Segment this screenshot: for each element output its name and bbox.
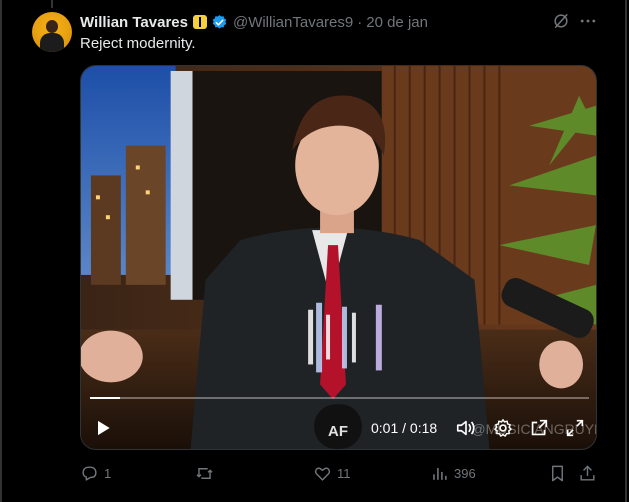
views-button[interactable]: 396 (430, 460, 476, 486)
repost-button[interactable] (195, 460, 219, 486)
reply-count: 1 (104, 465, 112, 481)
grok-icon[interactable] (551, 11, 571, 31)
views-icon (433, 467, 447, 480)
author-display-name[interactable]: Willian Tavares (80, 14, 188, 31)
share-button[interactable] (578, 460, 597, 486)
settings-icon[interactable] (492, 417, 514, 439)
like-count: 11 (337, 465, 351, 481)
verified-icon (212, 14, 227, 29)
column-border-right (625, 0, 627, 502)
post-header: Willian Tavares @WillianTavares9 · 20 de… (80, 12, 428, 32)
post-text: Reject modernity. (80, 35, 196, 52)
reply-icon (82, 465, 97, 481)
avatar-body (40, 33, 64, 52)
reply-button[interactable]: 1 (80, 460, 111, 486)
avatar-head (46, 20, 58, 33)
svg-text:AF: AF (328, 423, 348, 440)
thread-connector-line (51, 0, 53, 8)
like-button[interactable]: 11 (313, 460, 351, 486)
video-progress-bar[interactable] (90, 397, 589, 399)
repost-icon (196, 467, 213, 479)
video-progress-fill (90, 397, 120, 399)
video-player[interactable]: AF @MUSICIANGRUYPR 0:01 / 0:18 (80, 65, 597, 450)
fullscreen-icon[interactable] (564, 417, 586, 439)
header-separator: · (357, 13, 363, 31)
more-icon[interactable] (578, 11, 598, 31)
play-icon[interactable] (93, 418, 113, 438)
view-count: 396 (454, 465, 476, 481)
popout-icon[interactable] (528, 417, 550, 439)
author-avatar[interactable] (32, 12, 72, 52)
volume-icon[interactable] (455, 417, 477, 439)
heart-icon (314, 466, 331, 481)
yellow-flag-badge-icon (192, 15, 207, 29)
video-time-readout: 0:01 / 0:18 (371, 420, 438, 436)
share-icon (580, 464, 595, 481)
post-actions: 1 11 396 (80, 460, 600, 486)
column-border-left (0, 0, 2, 502)
post-date[interactable]: 20 de jan (366, 14, 428, 31)
bookmark-button[interactable] (548, 460, 567, 486)
video-frame: AF @MUSICIANGRUYPR (81, 66, 596, 449)
author-handle[interactable]: @WillianTavares9 (233, 14, 353, 31)
bookmark-icon (552, 465, 563, 481)
